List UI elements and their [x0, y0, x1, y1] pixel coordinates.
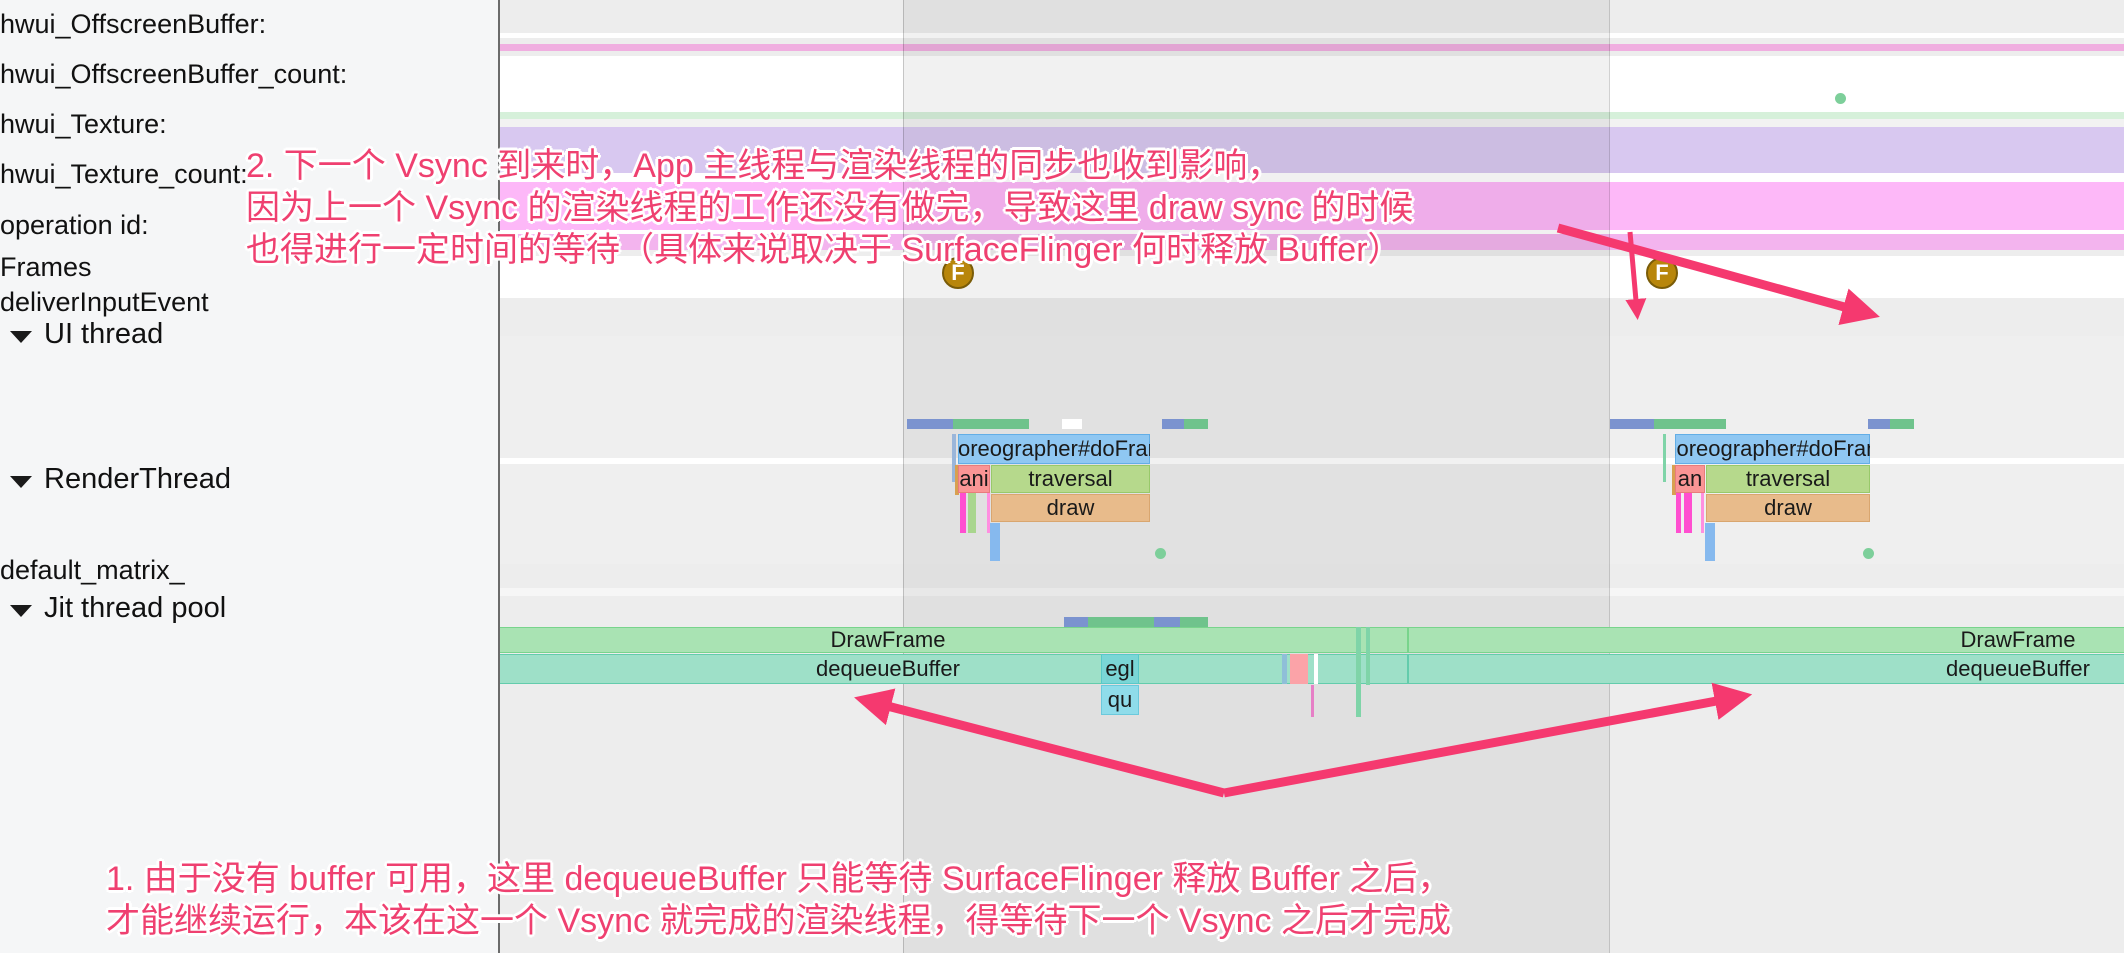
slice-dequeuebuffer-3[interactable]: dequeueBuffer — [1408, 654, 2124, 684]
ui-frame-left-sched-chunk-2[interactable] — [1062, 419, 1082, 429]
slice-label: Choreographer#doFrame — [958, 438, 1150, 460]
ui-frame-right-thin-bar-5[interactable] — [1705, 523, 1715, 561]
ui-frame-right-thin-bar-2[interactable] — [1676, 493, 1681, 533]
sidebar-item-operation-id[interactable]: operation id: — [0, 209, 149, 241]
slice-traversal[interactable]: traversal — [991, 465, 1150, 493]
renderthread-thin-bar-5[interactable] — [1366, 627, 1370, 685]
slice-draw[interactable]: draw — [1706, 494, 1870, 522]
sidebar-divider — [498, 0, 500, 953]
slice-label: an — [1678, 468, 1702, 490]
annotation-vsync-sync-text: 2. 下一个 Vsync 到来时，App 主线程与渲染线程的同步也收到影响， 因… — [246, 145, 1413, 271]
ui-frame-right-sched-chunk-3[interactable] — [1890, 419, 1914, 429]
jit-counter-dot-left[interactable] — [1155, 548, 1166, 559]
slice-an[interactable]: an — [1675, 465, 1705, 493]
ui-frame-left-sched-chunk-4[interactable] — [1184, 419, 1208, 429]
renderthread-sched-chunk-2[interactable] — [1154, 617, 1180, 627]
sidebar-item-hwui-offscreenbuffer[interactable]: hwui_OffscreenBuffer: — [0, 8, 266, 40]
renderthread-sched-chunk-1[interactable] — [1088, 617, 1154, 627]
renderthread-sched-chunk-3[interactable] — [1180, 617, 1208, 627]
renderthread-sched-chunk-0[interactable] — [1064, 617, 1088, 627]
sidebar-item-hwui-texture[interactable]: hwui_Texture: — [0, 108, 167, 140]
ui-frame-right-thin-bar-4[interactable] — [1701, 493, 1704, 533]
sidebar-item-ui-thread[interactable]: UI thread — [44, 318, 163, 350]
slice-label: dequeueBuffer — [816, 658, 960, 680]
hwui-texture-count-dot[interactable] — [1835, 93, 1846, 104]
sidebar-item-deliverinputevent[interactable]: deliverInputEvent — [0, 286, 209, 318]
slice-draw[interactable]: draw — [991, 494, 1150, 522]
slice-label: traversal — [1746, 468, 1830, 490]
chevron-down-icon[interactable] — [10, 605, 32, 617]
frame-marker-right[interactable]: F — [1646, 257, 1678, 289]
ui-frame-left-thin-bar-5[interactable] — [990, 523, 1000, 561]
slice-label: Choreographer#doFrame — [1675, 438, 1870, 460]
track-list-sidebar[interactable]: hwui_OffscreenBuffer: hwui_OffscreenBuffe… — [0, 0, 500, 953]
ui-frame-right-sched-chunk-2[interactable] — [1868, 419, 1890, 429]
sidebar-item-renderthread[interactable]: RenderThread — [44, 463, 231, 495]
slice-dequeuebuffer-2[interactable]: dequeueBuffer — [500, 654, 1408, 684]
selection-edge-left[interactable] — [903, 0, 904, 953]
slice-choreographer-doframe[interactable]: Choreographer#doFrame — [1675, 434, 1870, 464]
slice-ani[interactable]: ani — [958, 465, 990, 493]
ui-frame-left-sched-chunk-1[interactable] — [953, 419, 1029, 429]
sidebar-item-default-matrix[interactable]: default_matrix_ — [0, 554, 185, 586]
chevron-down-icon[interactable] — [10, 331, 32, 343]
slice-traversal[interactable]: traversal — [1706, 465, 1870, 493]
trace-viewer-root: Choreographer#doFrame ani traversal draw Cho… — [0, 0, 2124, 953]
slice-label: draw — [1047, 497, 1095, 519]
ui-frame-left-thin-bar-2[interactable] — [960, 493, 966, 533]
timeline-canvas[interactable]: Choreographer#doFrame ani traversal draw Cho… — [500, 0, 2124, 953]
chevron-down-icon[interactable] — [10, 476, 32, 488]
annotation-dequeuebuffer-wait-text: 1. 由于没有 buffer 可用，这里 dequeueBuffer 只能等待 … — [106, 858, 1451, 942]
slice-drawframe-1[interactable]: DrawFrame — [1408, 627, 2124, 653]
sidebar-item-hwui-texture-count[interactable]: hwui_Texture_count: — [0, 158, 248, 190]
slice-label: qu — [1108, 689, 1132, 711]
renderthread-thin-bar-4[interactable] — [1356, 627, 1361, 717]
renderthread-thin-bar-0[interactable] — [1282, 654, 1287, 684]
jit-counter-dot-right[interactable] — [1863, 548, 1874, 559]
ui-frame-right-sched-chunk-1[interactable] — [1654, 419, 1726, 429]
ui-frame-left-sched-chunk-0[interactable] — [907, 419, 953, 429]
sidebar-item-jit-thread-pool[interactable]: Jit thread pool — [44, 592, 226, 624]
sidebar-item-hwui-offscreenbuffer-count[interactable]: hwui_OffscreenBuffer_count: — [0, 58, 347, 90]
slice-label: egl — [1105, 658, 1134, 680]
slice-label: dequeueBuffer — [1946, 658, 2090, 680]
slice-label: draw — [1764, 497, 1812, 519]
ui-frame-left-thin-bar-3[interactable] — [968, 493, 976, 533]
slice-label: ani — [959, 468, 988, 490]
selection-edge-right[interactable] — [1609, 0, 1610, 953]
slice-qu-5[interactable]: qu — [1101, 685, 1139, 715]
slice-label: traversal — [1028, 468, 1112, 490]
ui-frame-right-sched-chunk-0[interactable] — [1610, 419, 1654, 429]
ui-frame-left-sched-chunk-3[interactable] — [1162, 419, 1184, 429]
ui-frame-right-thin-bar-0[interactable] — [1663, 434, 1666, 482]
renderthread-thin-bar-3[interactable] — [1311, 685, 1314, 717]
ui-frame-right-thin-bar-3[interactable] — [1684, 493, 1692, 533]
slice-egl-4[interactable]: egl — [1101, 654, 1139, 684]
slice-choreographer-doframe[interactable]: Choreographer#doFrame — [958, 434, 1150, 464]
slice-drawframe-0[interactable]: DrawFrame — [500, 627, 1408, 653]
slice-label: DrawFrame — [831, 629, 946, 651]
slice-label: DrawFrame — [1961, 629, 2076, 651]
sidebar-item-frames[interactable]: Frames — [0, 251, 92, 283]
renderthread-thin-bar-2[interactable] — [1314, 654, 1318, 684]
renderthread-thin-bar-1[interactable] — [1290, 654, 1308, 684]
